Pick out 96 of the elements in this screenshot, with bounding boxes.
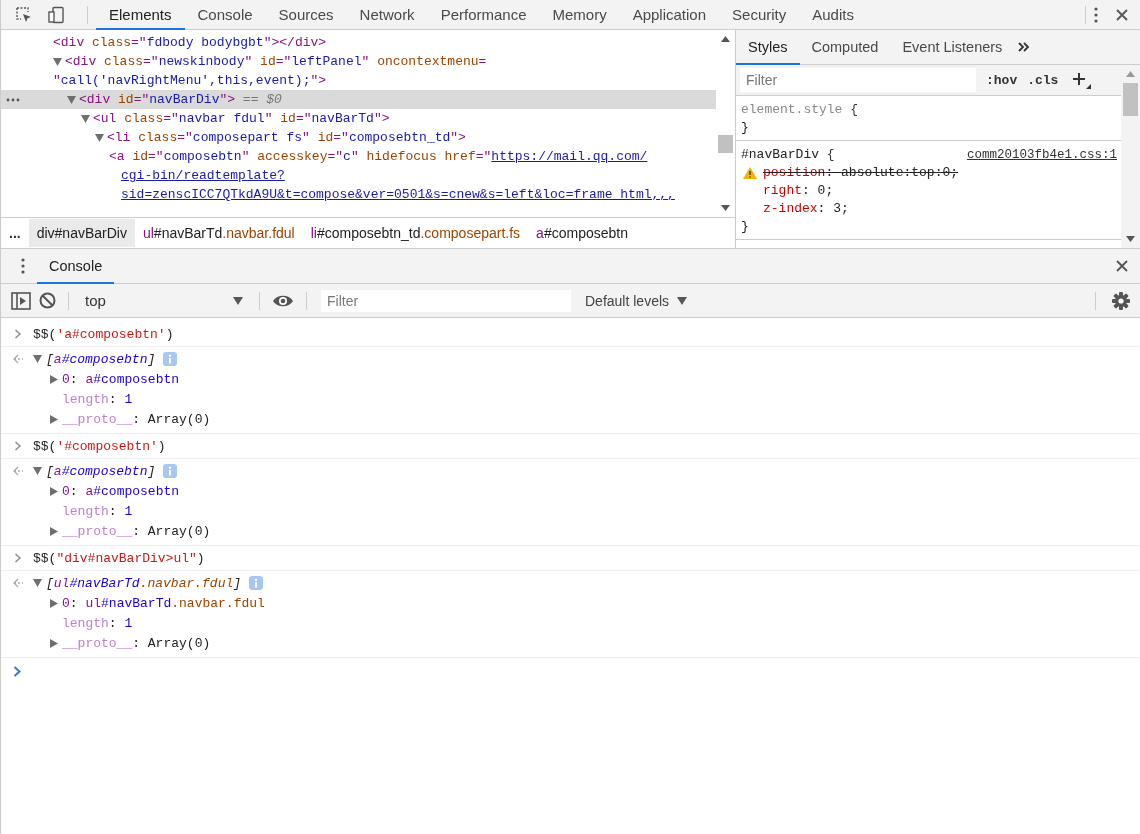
scroll-down-icon[interactable] (721, 205, 730, 211)
prompt-caret-icon[interactable] (13, 666, 21, 677)
expand-triangle-icon[interactable] (95, 133, 104, 142)
console-result[interactable]: [ul#navBarTd.navbar.fdul] (46, 575, 242, 591)
panel-tab[interactable]: Audits (799, 0, 867, 30)
property-line: __proto__: Array(0) (62, 523, 211, 539)
css-declaration: position: absolute:top:0; (763, 164, 959, 182)
panel-tab[interactable]: Security (719, 0, 800, 30)
settings-icon[interactable] (1112, 291, 1130, 310)
property-line: 0: a#composebtn (62, 483, 180, 499)
property-line: __proto__: Array(0) (62, 411, 211, 427)
scrollbar[interactable] (1121, 65, 1140, 248)
eye-icon[interactable] (272, 293, 294, 308)
scroll-thumb[interactable] (718, 134, 733, 153)
selected-row[interactable]: <div id="navBarDiv"> == $0 (1, 90, 716, 109)
property-line: 0: ul#navBarTd.navbar.fdul (62, 595, 265, 611)
kebab-menu-icon[interactable] (1094, 6, 1098, 23)
expand-triangle-icon[interactable] (50, 374, 58, 384)
expand-triangle-icon[interactable] (50, 414, 58, 424)
expand-triangle-icon[interactable] (67, 95, 76, 104)
panel-tab[interactable]: Network (346, 0, 428, 30)
scroll-down-icon[interactable] (1126, 236, 1135, 242)
add-rule-icon[interactable] (1072, 71, 1093, 89)
context-dropdown[interactable]: top (81, 292, 247, 309)
class-toggle[interactable]: .cls (1027, 72, 1059, 88)
breadcrumb[interactable]: li#composebtn_td.composepart.fs (302, 219, 529, 247)
console-command: $$('a#composebtn') (33, 326, 174, 342)
console-command: $$('#composebtn') (33, 438, 166, 454)
input-prompt-icon (13, 553, 23, 563)
filter-field[interactable]: Filter (321, 289, 571, 312)
code-line: <a id="composebtn" accesskey="c" hidefocus href="https://mail.qq.com/ (109, 149, 648, 164)
drawer-menu-icon[interactable] (21, 258, 25, 274)
scroll-thumb[interactable] (1123, 83, 1138, 116)
more-tabs-icon[interactable] (1018, 42, 1031, 52)
rule-selector: #navBarDiv { (741, 146, 835, 164)
levels-dropdown[interactable]: Default levels (585, 292, 688, 309)
expand-triangle-icon[interactable] (50, 638, 58, 648)
property-line: length: 1 (62, 503, 133, 519)
return-arrow-icon (13, 354, 23, 364)
filter-field[interactable]: Filter (740, 68, 976, 92)
sidebar-toggle-icon[interactable] (11, 291, 31, 310)
expand-triangle-icon[interactable] (50, 526, 58, 536)
input-prompt-icon (13, 329, 23, 339)
return-arrow-icon (13, 578, 23, 588)
close-icon[interactable] (1116, 8, 1128, 21)
console-result[interactable]: [a#composebtn] (46, 463, 156, 479)
more-icon[interactable] (6, 98, 20, 102)
rule-close-brace: } (741, 218, 750, 236)
source-link[interactable]: comm20103fb4e1.css:1 (966, 146, 1117, 164)
return-arrow-icon (13, 466, 23, 476)
panel-tab[interactable]: Elements (96, 0, 185, 30)
rule-close-brace: } (741, 119, 750, 137)
expand-triangle-icon[interactable] (50, 486, 58, 496)
expand-triangle-icon[interactable] (33, 579, 42, 587)
property-line: length: 1 (62, 615, 133, 631)
code-line: <ul class="navbar fdul" id="navBarTd"> (93, 111, 390, 126)
close-icon[interactable] (1116, 260, 1128, 272)
sidebar-tab[interactable]: Event Listeners (890, 30, 1015, 65)
code-line: sid=zenscICC7QTkdA9U&t=compose&ver=0501&s=cnew&s=left&loc=frame_html,,, (121, 187, 675, 202)
scroll-up-icon[interactable] (721, 36, 730, 42)
hover-toggle[interactable]: :hov (986, 72, 1018, 88)
breadcrumb[interactable]: a#composebtn (528, 219, 636, 247)
console-result[interactable]: [a#composebtn] (46, 351, 156, 367)
code-line: cgi-bin/readtemplate? (121, 168, 285, 183)
expand-triangle-icon[interactable] (50, 598, 58, 608)
panel-tab[interactable]: Performance (427, 0, 540, 30)
rule-selector: element.style { (741, 101, 859, 119)
code-line: "call('navRightMenu',this,event);"> (53, 73, 327, 88)
code-line: <div class="newskinbody" id="leftPanel" oncontextmenu= (65, 54, 487, 69)
code-line: <li class="composepart fs" id="composebtn_td"> (107, 130, 466, 145)
expand-triangle-icon[interactable] (81, 114, 90, 123)
device-icon[interactable] (47, 5, 65, 24)
console-command: $$("div#navBarDiv>ul") (33, 550, 205, 566)
code-line: <div class="fdbody bodybgbt"></div> (53, 35, 327, 50)
property-line: length: 1 (62, 391, 133, 407)
property-line: __proto__: Array(0) (62, 635, 211, 651)
property-line: 0: a#composebtn (62, 371, 180, 387)
css-declaration: z-index: 3; (763, 200, 849, 218)
code-line: <div id="navBarDiv"> == $0 (79, 92, 282, 107)
input-prompt-icon (13, 441, 23, 451)
css-declaration: right: 0; (763, 182, 834, 200)
panel-tab[interactable]: Application (619, 0, 720, 30)
breadcrumb[interactable]: div#navBarDiv (28, 219, 135, 247)
dropdown-caret-icon (233, 296, 243, 305)
panel-tab[interactable]: Console (184, 0, 266, 30)
sidebar-tab[interactable]: Computed (799, 30, 891, 65)
panel-tab[interactable]: Memory (539, 0, 620, 30)
breadcrumb[interactable]: ul#navBarTd.navbar.fdul (134, 219, 303, 247)
expand-triangle-icon[interactable] (33, 355, 42, 363)
expand-triangle-icon[interactable] (53, 57, 62, 66)
clear-console-icon[interactable] (39, 292, 56, 309)
dropdown-caret-icon (677, 296, 688, 305)
breadcrumb-overflow[interactable]: ... (1, 225, 29, 241)
panel-tab[interactable]: Sources (265, 0, 347, 30)
expand-triangle-icon[interactable] (33, 467, 42, 475)
inspect-icon[interactable] (15, 5, 33, 24)
